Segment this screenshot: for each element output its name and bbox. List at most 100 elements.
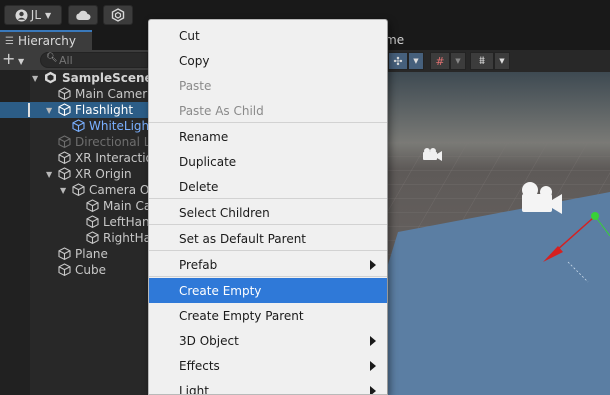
- submenu-arrow-icon: [370, 361, 376, 371]
- expand-arrow-icon[interactable]: ▼: [46, 170, 52, 179]
- expand-arrow-icon[interactable]: ▼: [32, 74, 38, 83]
- gameobject-icon: [86, 215, 99, 229]
- menu-item-label: Copy: [179, 53, 210, 68]
- hierarchy-row[interactable]: Plane: [0, 246, 148, 262]
- chevron-down-icon: ▼: [45, 10, 52, 20]
- hierarchy-scene-row[interactable]: ▼ SampleScene*: [0, 70, 159, 86]
- hierarchy-row[interactable]: XR Interaction: [0, 150, 160, 166]
- move-icon: ✣: [393, 54, 403, 68]
- hierarchy-row[interactable]: RightHa: [0, 230, 151, 246]
- submenu-arrow-icon: [370, 336, 376, 346]
- menu-item-label: Paste As Child: [179, 103, 264, 118]
- unity-scene-icon: [44, 71, 57, 84]
- hierarchy-row-label: Main Camera: [75, 87, 155, 101]
- hierarchy-row-label: Plane: [75, 247, 108, 261]
- menu-item-set-as-default-parent[interactable]: Set as Default Parent: [149, 226, 387, 251]
- hierarchy-row[interactable]: ▼ Camera Of: [0, 182, 154, 198]
- menu-item-duplicate[interactable]: Duplicate: [149, 149, 387, 174]
- menu-item-label: Select Children: [179, 205, 270, 220]
- menu-item-label: 3D Object: [179, 333, 239, 348]
- hierarchy-row-label: Main Ca: [103, 199, 152, 213]
- chevron-down-icon: ▼: [18, 57, 25, 66]
- grid-icon: #: [435, 54, 445, 68]
- hierarchy-row[interactable]: WhiteLight: [0, 118, 154, 134]
- menu-item-label: Paste: [179, 78, 212, 93]
- move-tool-dropdown[interactable]: ▼: [408, 52, 424, 70]
- menu-item-create-empty-parent[interactable]: Create Empty Parent: [149, 303, 387, 328]
- menu-item-select-children[interactable]: Select Children: [149, 200, 387, 225]
- gameobject-icon: [72, 183, 85, 197]
- hierarchy-search[interactable]: 🔍︎: [40, 52, 148, 68]
- hierarchy-row[interactable]: ▼ XR Origin: [0, 166, 148, 182]
- search-input[interactable]: [59, 53, 139, 67]
- menu-item-create-empty[interactable]: Create Empty: [149, 278, 387, 303]
- cloud-icon: [76, 10, 91, 20]
- hierarchy-row-label: Cube: [75, 263, 106, 277]
- menu-item-prefab[interactable]: Prefab: [149, 252, 387, 277]
- gameobject-icon: [58, 263, 71, 277]
- plus-icon: +: [2, 49, 16, 68]
- menu-item-label: Cut: [179, 28, 200, 43]
- gameobject-icon: [58, 247, 71, 261]
- menu-item-label: Prefab: [179, 257, 218, 272]
- menu-item-label: Effects: [179, 358, 220, 373]
- hierarchy-row[interactable]: ▼ Flashlight: [0, 102, 148, 118]
- tab-hierarchy-label: Hierarchy: [17, 34, 76, 48]
- selection-marker: [28, 103, 30, 117]
- hierarchy-row[interactable]: Main Camera: [0, 86, 155, 102]
- menu-item-light[interactable]: Light: [149, 378, 387, 395]
- cloud-button[interactable]: [68, 5, 98, 25]
- menu-item-label: Create Empty Parent: [179, 308, 304, 323]
- hierarchy-row[interactable]: Cube: [0, 262, 148, 278]
- hierarchy-row-label: WhiteLight: [89, 119, 154, 133]
- menu-item-label: Rename: [179, 129, 229, 144]
- gameobject-icon: [86, 231, 99, 245]
- menu-item-delete[interactable]: Delete: [149, 174, 387, 199]
- hierarchy-row-label: Flashlight: [75, 103, 134, 117]
- expand-arrow-icon[interactable]: ▼: [46, 106, 52, 115]
- collab-button[interactable]: [103, 5, 133, 25]
- context-menu: Cut Copy Paste Paste As Child Rename Duplicat…: [148, 19, 388, 395]
- collab-icon: [111, 8, 125, 22]
- ruler-icon: ⩩: [479, 54, 485, 67]
- menu-item-paste: Paste: [149, 73, 387, 98]
- hierarchy-panel: ☰ Hierarchy + ▼ 🔍︎ ▼ SampleScene* Main Cam…: [0, 30, 160, 395]
- hierarchy-row[interactable]: LeftHan: [0, 214, 150, 230]
- hierarchy-search-row: + ▼ 🔍︎: [0, 50, 148, 70]
- hierarchy-row[interactable]: Main Ca: [0, 198, 152, 214]
- hierarchy-row[interactable]: Directional Li: [0, 134, 154, 150]
- submenu-arrow-icon: [370, 386, 376, 394]
- menu-item-copy[interactable]: Copy: [149, 48, 387, 73]
- menu-item-label: Light: [179, 383, 209, 395]
- menu-item-cut[interactable]: Cut: [149, 23, 387, 48]
- expand-arrow-icon[interactable]: ▼: [60, 186, 66, 195]
- hierarchy-row-label: XR Origin: [75, 167, 132, 181]
- menu-item-effects[interactable]: Effects: [149, 353, 387, 378]
- grid-snap-dropdown[interactable]: ▼: [450, 52, 466, 70]
- chevron-down-icon: ▼: [499, 57, 505, 65]
- gameobject-icon: [86, 199, 99, 213]
- hierarchy-row-label: Camera Of: [89, 183, 154, 197]
- increment-snap-dropdown[interactable]: ▼: [494, 52, 510, 70]
- menu-item-label: Delete: [179, 179, 219, 194]
- menu-item-label: Create Empty: [179, 283, 262, 298]
- account-dropdown[interactable]: JL ▼: [4, 5, 62, 25]
- chevron-down-icon: ▼: [455, 57, 461, 65]
- menu-item-paste-as-child: Paste As Child: [149, 98, 387, 123]
- submenu-arrow-icon: [370, 260, 376, 270]
- grid-snap-button[interactable]: #: [430, 52, 450, 70]
- gameobject-icon: [58, 135, 71, 149]
- increment-snap-button[interactable]: ⩩: [470, 52, 494, 70]
- menu-item-rename[interactable]: Rename: [149, 124, 387, 149]
- add-button[interactable]: + ▼: [2, 51, 32, 69]
- gameobject-icon: [72, 119, 85, 133]
- user-icon: [15, 9, 28, 21]
- move-tool-button[interactable]: ✣: [388, 52, 408, 70]
- gameobject-icon: [58, 103, 71, 117]
- gameobject-icon: [58, 87, 71, 101]
- menu-item-3d-object[interactable]: 3D Object: [149, 328, 387, 353]
- chevron-down-icon: ▼: [413, 57, 419, 65]
- tab-hierarchy[interactable]: ☰ Hierarchy: [0, 30, 92, 50]
- gameobject-icon: [58, 151, 71, 165]
- list-icon: ☰: [5, 35, 14, 47]
